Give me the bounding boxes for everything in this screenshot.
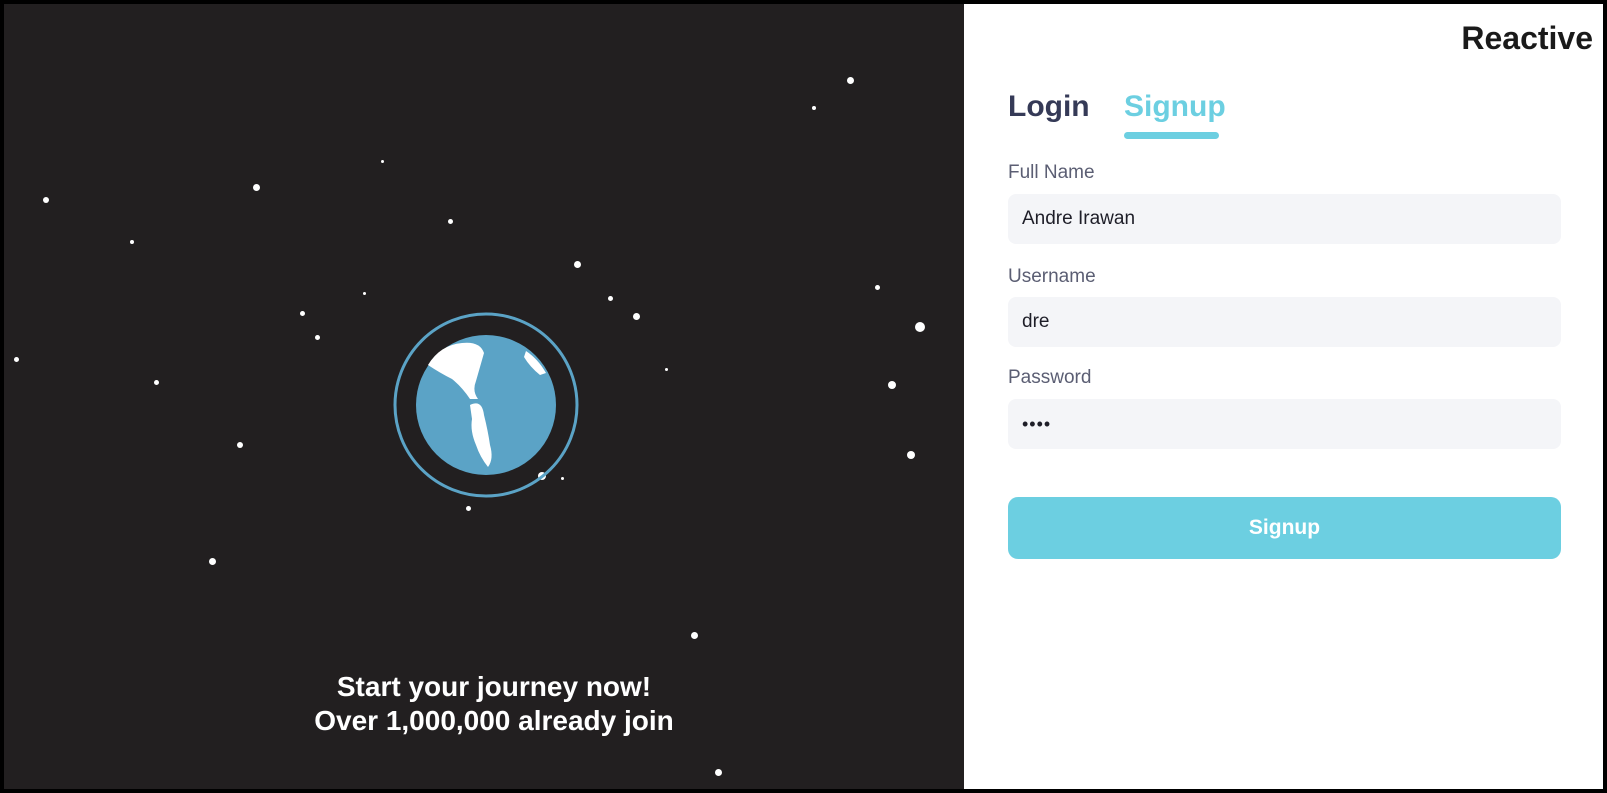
star-20 (888, 381, 896, 389)
hero-tagline-subline: Over 1,000,000 already join (314, 705, 674, 736)
star-7 (299, 310, 305, 316)
star-24 (664, 367, 668, 371)
star-10 (153, 379, 159, 385)
hero-tagline-headline: Start your journey now! (336, 671, 652, 702)
star-16 (846, 76, 854, 84)
full-name-label: Full Name (1008, 162, 1095, 183)
earth-globe-icon (393, 312, 579, 498)
star-14 (208, 557, 216, 565)
full-name-field[interactable] (1008, 194, 1561, 244)
password-label: Password (1008, 367, 1092, 388)
star-5 (607, 295, 613, 301)
star-4 (573, 260, 581, 268)
username-label: Username (1008, 266, 1096, 287)
password-field[interactable] (1008, 399, 1561, 449)
star-8 (314, 334, 320, 340)
active-tab-indicator (1124, 132, 1219, 139)
star-22 (714, 768, 722, 776)
tab-login[interactable]: Login (1008, 90, 1090, 124)
star-19 (915, 322, 925, 332)
star-3 (130, 240, 134, 244)
app-window: Start your journey now! Over 1,000,000 a… (0, 0, 1607, 793)
signup-button[interactable]: Signup (1008, 497, 1561, 559)
star-12 (465, 505, 471, 511)
star-2 (447, 218, 453, 224)
star-17 (812, 106, 816, 110)
tab-signup[interactable]: Signup (1124, 90, 1226, 124)
hero-panel: Start your journey now! Over 1,000,000 a… (4, 4, 964, 789)
auth-panel: Reactive Login Signup Full Name Username… (964, 4, 1603, 789)
star-21 (907, 451, 915, 459)
star-1 (252, 183, 260, 191)
brand-logo: Reactive (1461, 20, 1593, 56)
star-15 (690, 631, 698, 639)
star-25 (380, 159, 384, 163)
star-26 (362, 291, 366, 295)
star-6 (632, 312, 640, 320)
star-11 (237, 442, 243, 448)
username-field[interactable] (1008, 297, 1561, 347)
star-9 (13, 356, 19, 362)
star-18 (874, 284, 880, 290)
star-0 (43, 197, 49, 203)
